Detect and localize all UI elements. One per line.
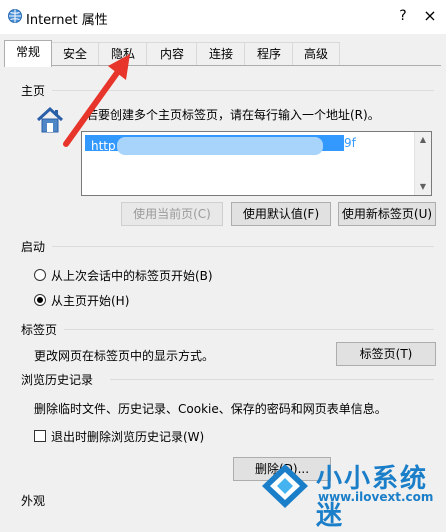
use-current-page-button[interactable]: 使用当前页(C) [121, 202, 223, 226]
scroll-up-icon[interactable]: ▲ [415, 132, 431, 148]
radio-homepage[interactable] [34, 294, 46, 306]
tab-programs[interactable]: 程序 [244, 42, 294, 65]
title-bar: Internet 属性 ? × [0, 0, 446, 34]
tab-advanced[interactable]: 高级 [292, 42, 340, 65]
appearance-section-title: 外观 [21, 494, 46, 508]
use-default-button[interactable]: 使用默认值(F) [231, 202, 331, 226]
history-divider [110, 379, 434, 380]
site-watermark-logo: 小小系统迷 www.ilovext.com [256, 456, 446, 531]
annotation-arrow-icon [63, 54, 130, 147]
radio-last-session[interactable] [34, 269, 46, 281]
tabs-section-title: 标签页 [21, 323, 58, 337]
delete-on-exit-checkbox[interactable] [34, 430, 46, 442]
tab-connections[interactable]: 连接 [196, 42, 246, 65]
scroll-down-icon[interactable]: ▼ [415, 179, 431, 195]
window-title: Internet 属性 [26, 13, 108, 28]
watermark-logo-icon [262, 464, 308, 508]
redacted-url-blur [117, 137, 323, 155]
tab-content[interactable]: 内容 [146, 42, 198, 65]
internet-options-icon [8, 9, 22, 23]
delete-on-exit-label: 退出时删除浏览历史记录(W) [51, 430, 205, 444]
tabs-description: 更改网页在标签页中的显示方式。 [34, 349, 215, 363]
homepage-section-title: 主页 [21, 84, 46, 98]
tabs-divider [64, 329, 434, 330]
homepage-url-suffix: 9f [344, 136, 356, 150]
homepage-scrollbar[interactable]: ▲ ▼ [414, 132, 431, 195]
use-new-tab-button[interactable]: 使用新标签页(U) [338, 202, 436, 226]
help-button[interactable]: ? [392, 5, 414, 27]
tabs-settings-button[interactable]: 标签页(T) [336, 342, 436, 366]
history-description: 删除临时文件、历史记录、Cookie、保存的密码和网页表单信息。 [34, 402, 387, 416]
startup-divider [52, 246, 434, 247]
history-section-title: 浏览历史记录 [21, 373, 94, 387]
startup-homepage-label: 从主页开始(H) [51, 294, 130, 308]
watermark-url: www.ilovext.com [318, 490, 434, 504]
close-button[interactable]: × [418, 4, 442, 28]
startup-last-session-label: 从上次会话中的标签页开始(B) [51, 269, 213, 283]
startup-section-title: 启动 [21, 240, 46, 254]
tab-general[interactable]: 常规 [4, 40, 52, 67]
